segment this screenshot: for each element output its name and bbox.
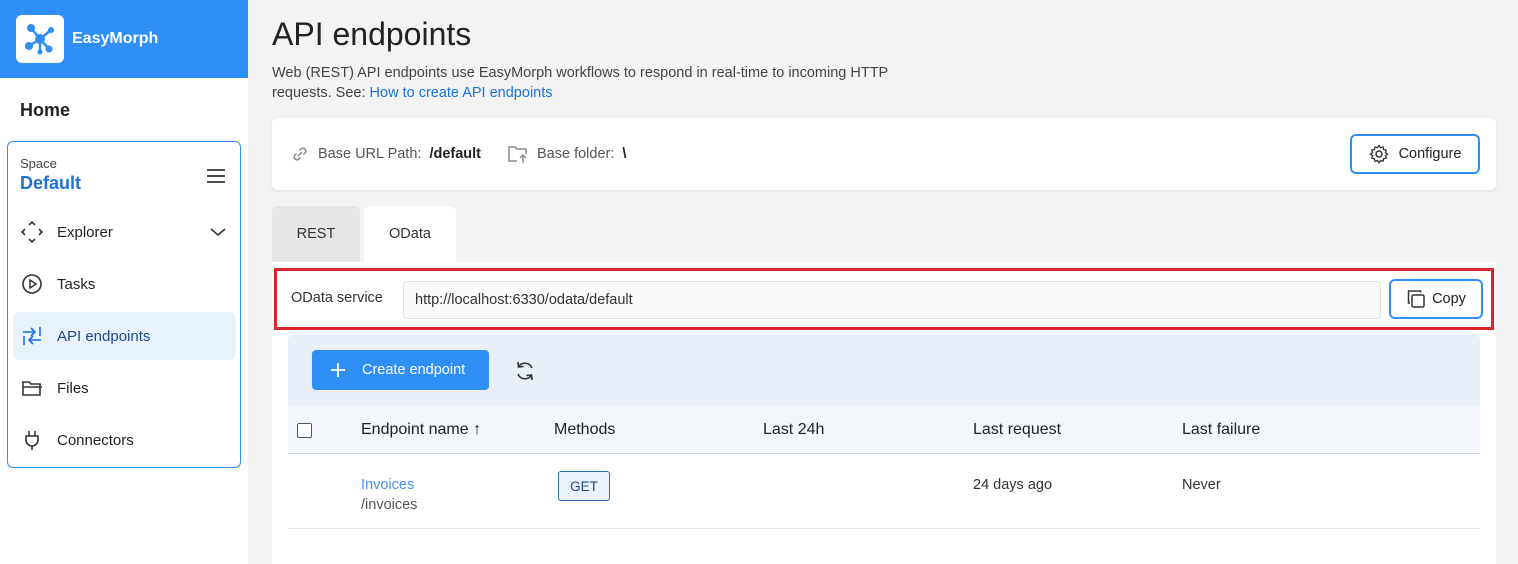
sidebar-item-explorer[interactable]: Explorer [13,208,236,256]
brand-name: EasyMorph [72,30,159,47]
sidebar-item-label: API endpoints [57,327,151,345]
endpoint-path: /invoices [361,497,418,513]
sidebar-item-label: Files [57,379,89,397]
base-url-label: Base URL Path: [318,146,422,162]
sidebar-item-files[interactable]: Files [13,364,236,412]
last-request-cell: 24 days ago [973,477,1053,493]
chevron-down-icon[interactable] [210,224,226,241]
help-link[interactable]: How to create API endpoints [370,85,553,101]
sidebar-item-connectors[interactable]: Connectors [13,416,236,464]
description-text: Web (REST) API endpoints use EasyMorph w… [272,65,888,101]
odata-url-field[interactable] [403,281,1381,319]
method-badge: GET [558,471,610,501]
info-card: Base URL Path: /default Base folder: \ C… [272,118,1496,190]
tab-rest[interactable]: REST [272,206,360,262]
base-folder-info: Base folder: \ [507,144,626,164]
table-header: Endpoint name ↑ Methods Last 24h Last re… [288,406,1480,454]
space-name[interactable]: Default [20,173,81,194]
plus-icon [330,362,346,378]
configure-label: Configure [1398,146,1462,162]
column-header-last-24h[interactable]: Last 24h [763,421,824,439]
odata-panel: OData service Copy Create endpoint [272,262,1496,564]
endpoints-table-area: Create endpoint Endpoint name ↑ Methods … [288,334,1480,564]
create-endpoint-button[interactable]: Create endpoint [312,350,489,390]
base-folder-label: Base folder: [537,146,615,162]
brand-header[interactable]: EasyMorph [0,0,248,78]
column-header-last-failure[interactable]: Last failure [1182,421,1260,439]
arrows-icon [21,325,43,347]
copy-label: Copy [1432,291,1466,307]
sidebar-item-label: Explorer [57,223,113,241]
odata-service-row: OData service Copy [274,268,1494,330]
configure-button[interactable]: Configure [1350,134,1480,174]
play-circle-icon [21,273,43,295]
column-header-endpoint-name[interactable]: Endpoint name ↑ [361,421,481,439]
table-row: Invoices /invoices GET 24 days ago Never [288,455,1480,529]
link-icon [290,144,310,164]
odata-service-label: OData service [291,290,383,306]
base-url-info: Base URL Path: /default [290,144,481,164]
copy-button[interactable]: Copy [1389,279,1483,319]
column-header-label: Endpoint name [361,421,469,438]
explorer-icon [21,221,43,243]
gear-icon [1368,144,1389,164]
space-panel: Space Default Explorer Tasks API endpoin… [7,141,241,468]
sidebar-item-label: Connectors [57,431,134,449]
sidebar-item-tasks[interactable]: Tasks [13,260,236,308]
base-url-value: /default [429,146,481,162]
sidebar-item-label: Tasks [57,275,96,293]
folder-icon [21,377,43,399]
page-title: API endpoints [272,16,472,52]
select-all-checkbox[interactable] [297,423,312,438]
hamburger-menu-icon[interactable] [206,168,226,184]
last-failure-cell: Never [1182,477,1221,493]
space-label: Space [20,156,57,171]
endpoint-name-link[interactable]: Invoices [361,477,414,493]
column-header-methods[interactable]: Methods [554,421,615,439]
sort-ascending-icon: ↑ [473,421,482,438]
sidebar-item-api-endpoints[interactable]: API endpoints [13,312,236,360]
base-folder-value: \ [622,146,627,162]
refresh-icon[interactable] [514,360,536,382]
table-toolbar: Create endpoint [288,334,1480,406]
sidebar: EasyMorph Home Space Default Explorer Ta… [0,0,248,564]
easymorph-logo-icon [16,15,64,63]
page-description: Web (REST) API endpoints use EasyMorph w… [272,63,912,103]
copy-icon [1406,289,1426,309]
create-endpoint-label: Create endpoint [362,362,466,378]
folder-upload-icon [507,144,529,164]
main-content: API endpoints Web (REST) API endpoints u… [248,0,1518,564]
home-link[interactable]: Home [20,100,70,121]
column-header-last-request[interactable]: Last request [973,421,1061,439]
tab-odata[interactable]: OData [364,206,456,262]
plug-icon [21,429,43,451]
